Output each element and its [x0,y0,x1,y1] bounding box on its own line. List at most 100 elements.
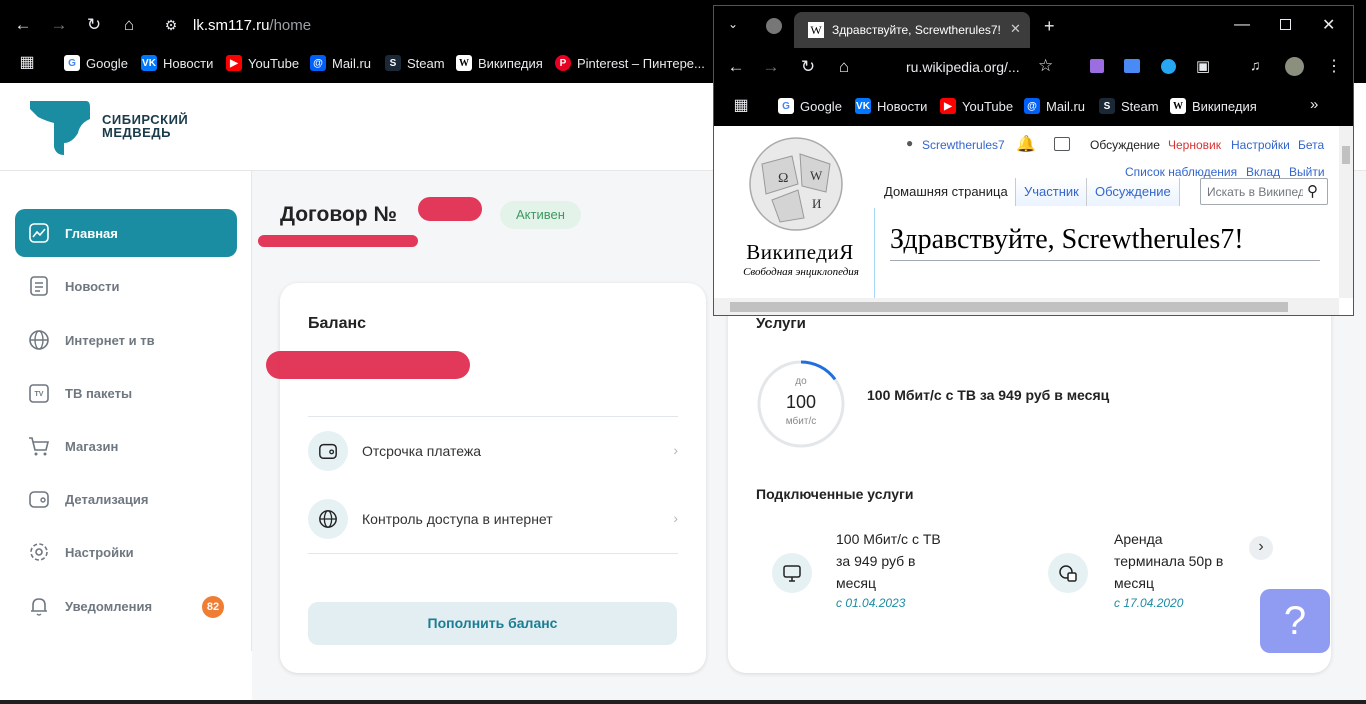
more-bookmarks-icon[interactable]: » [1310,96,1318,113]
bookmark-mailru[interactable]: @ Mail.ru [310,54,371,72]
monitor-icon [772,553,812,593]
draft-link[interactable]: Черновик [1168,138,1221,152]
sidebar: Главная Новости Интернет и тв TV ТВ паке… [0,171,252,651]
bookmark-news[interactable]: VK Новости [141,54,213,72]
back-arrow-icon[interactable]: ← [12,14,34,36]
redaction-scribble [418,197,482,221]
svg-text:W: W [810,168,823,183]
sidebar-item-details[interactable]: Детализация [15,475,237,523]
bookmark-steam[interactable]: S Steam [1099,97,1159,115]
close-window-icon[interactable]: ✕ [1322,15,1335,35]
search-placeholder: Искать в Википедии [1207,185,1303,199]
watchlist-link[interactable]: Список наблюдения [1125,165,1237,179]
sidebar-item-home[interactable]: Главная [15,209,237,257]
tab-discussion[interactable]: Обсуждение [1086,178,1180,206]
translate-extension-icon[interactable] [1124,59,1140,73]
speed-value: 100 [785,392,817,412]
new-tab-icon[interactable]: + [1044,16,1055,37]
wiki-search-input[interactable]: Искать в Википедии ⚲ [1200,178,1328,205]
search-icon[interactable]: ⚲ [1307,182,1318,200]
site-info-icon[interactable]: ⚙ [160,14,182,36]
sidebar-item-settings[interactable]: Настройки [15,528,237,576]
home-icon[interactable]: ⌂ [118,14,140,36]
url-host: lk.sm117.ru [193,17,270,34]
bookmark-star-icon[interactable]: ☆ [1038,56,1053,76]
youtube-icon: ▶ [940,98,956,114]
sidebar-item-tv-packages[interactable]: TV ТВ пакеты [15,369,237,417]
bookmark-google[interactable]: G Google [64,54,128,72]
sidebar-item-notifications[interactable]: Уведомления 82 [15,582,237,630]
svg-text:TV: TV [35,391,44,398]
svg-text:Ω: Ω [778,171,788,186]
sidebar-item-internet-tv[interactable]: Интернет и тв [15,316,237,364]
forward-arrow-icon[interactable]: → [48,14,70,36]
wiki-user-link[interactable]: Screwtherules7 [922,138,1005,152]
home-icon[interactable]: ⌂ [833,56,855,78]
chevron-right-icon: › [673,442,678,458]
top-up-balance-button[interactable]: Пополнить баланс [308,602,677,645]
globe-icon[interactable] [766,18,782,34]
wikipedia-icon: W [1170,98,1186,114]
wiki-tab-strip: ⌄ W Здравствуйте, Screwtherules7! ✕ + — … [714,6,1353,48]
connected-service-1[interactable]: 100 Мбит/с с ТВ за 949 руб в месяц с 01.… [836,528,941,612]
help-button[interactable]: ? [1260,589,1330,653]
settings-link[interactable]: Настройки [1231,138,1290,152]
horizontal-scrollbar[interactable] [714,298,1339,315]
internet-access-control-row[interactable]: Контроль доступа в интернет › [308,486,678,552]
minimize-icon[interactable]: — [1234,16,1250,34]
shazam-extension-icon[interactable] [1161,59,1176,74]
inbox-icon[interactable] [1054,137,1070,151]
redaction-scribble [258,235,418,247]
back-arrow-icon[interactable]: ← [725,56,747,78]
bookmark-label: Google [86,55,128,71]
speed-gauge: до 100 мбит/с [756,359,846,449]
bookmark-youtube[interactable]: ▶ YouTube [940,97,1013,115]
feather-extension-icon[interactable] [1090,59,1104,73]
bookmark-google[interactable]: G Google [778,97,842,115]
bookmark-mailru[interactable]: @ Mail.ru [1024,97,1085,115]
wiki-url[interactable]: ru.wikipedia.org/... [906,59,1020,75]
bear-logo-icon[interactable] [28,99,90,155]
sidebar-item-label: Магазин [65,438,119,454]
forward-arrow-icon[interactable]: → [760,56,782,78]
bookmark-pinterest[interactable]: P Pinterest – Пинтере... [555,54,705,72]
sidebar-item-news[interactable]: Новости [15,262,237,310]
maximize-icon[interactable] [1280,19,1291,30]
tab-user[interactable]: Участник [1015,178,1087,206]
sidebar-item-shop[interactable]: Магазин [15,422,237,470]
extensions-icon[interactable]: ▣ [1196,57,1210,75]
wiki-active-tab[interactable]: W Здравствуйте, Screwtherules7! ✕ [794,12,1030,48]
logout-link[interactable]: Выйти [1289,165,1325,179]
mailru-icon: @ [1024,98,1040,114]
address-bar[interactable]: lk.sm117.ru/home [193,17,311,34]
bookmark-youtube[interactable]: ▶ YouTube [226,54,299,72]
scrollbar-thumb[interactable] [730,302,1288,312]
deferred-payment-row[interactable]: Отсрочка платежа › [308,418,678,484]
wikipedia-icon: W [808,22,824,38]
talk-link[interactable]: Обсуждение [1090,138,1160,152]
tab-search-icon[interactable]: ⌄ [728,17,738,31]
connected-service-2[interactable]: Аренда терминала 50р в месяц с 17.04.202… [1114,528,1223,612]
avatar[interactable] [1285,57,1304,76]
tab-home-page[interactable]: Домашняя страница [876,178,1016,206]
reload-icon[interactable]: ↻ [83,14,105,36]
scrollbar-thumb[interactable] [1342,146,1350,164]
apps-grid-icon[interactable]: ▦ [730,95,752,117]
sidebar-item-label: Детализация [65,491,149,507]
close-tab-icon[interactable]: ✕ [1010,21,1021,37]
bookmark-news[interactable]: VK Новости [855,97,927,115]
media-control-icon[interactable]: ♫ [1250,57,1261,73]
bookmark-wikipedia[interactable]: W Википедия [1170,97,1257,115]
apps-grid-icon[interactable]: ▦ [16,52,38,74]
contributions-link[interactable]: Вклад [1246,165,1280,179]
bookmark-steam[interactable]: S Steam [385,54,445,72]
url-path: /home [269,17,312,34]
menu-kebab-icon[interactable]: ⋮ [1326,56,1342,76]
bell-icon[interactable]: 🔔 [1016,134,1036,154]
beta-link[interactable]: Бета [1298,138,1324,152]
reload-icon[interactable]: ↻ [797,56,819,78]
vertical-scrollbar[interactable] [1339,126,1353,298]
wikipedia-globe-logo[interactable]: Ω W И [742,134,850,242]
carousel-next-button[interactable]: › [1249,536,1273,560]
bookmark-wikipedia[interactable]: W Википедия [456,54,543,72]
